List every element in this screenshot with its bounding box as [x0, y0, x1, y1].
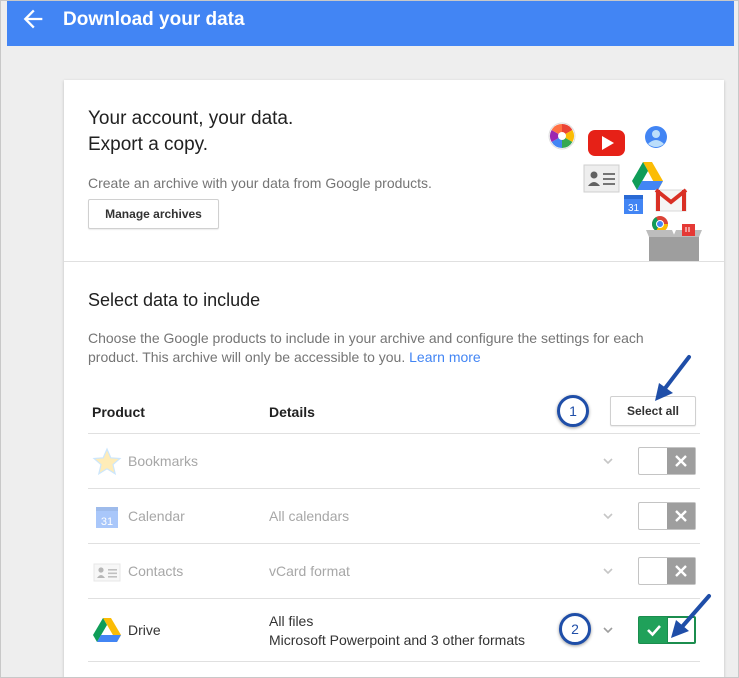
calendar-icon: 31 — [96, 507, 118, 528]
annotation-badge-1: 1 — [557, 395, 589, 427]
drive-logo-icon — [632, 162, 663, 190]
product-name: Bookmarks — [128, 453, 199, 469]
learn-more-link[interactable]: Learn more — [409, 349, 481, 365]
window-frame: Download your data Your account, your da… — [0, 0, 739, 678]
export-card: Your account, your data. Export a copy. … — [64, 80, 724, 677]
product-details: All calendars — [269, 508, 350, 524]
select-data-title: Select data to include — [88, 290, 261, 310]
include-toggle-contacts[interactable] — [638, 557, 696, 585]
manage-archives-button[interactable]: Manage archives — [88, 199, 219, 229]
chrome-icon — [652, 216, 668, 232]
youtube-icon — [588, 130, 625, 156]
hero-title-line1: Your account, your data. — [88, 108, 294, 129]
chevron-down-icon[interactable] — [601, 509, 615, 523]
contacts-card-icon — [583, 164, 620, 193]
section-divider — [64, 261, 724, 262]
product-row-calendar: 31 Calendar All calendars — [88, 489, 700, 544]
product-name: Calendar — [128, 508, 185, 524]
chevron-down-icon[interactable] — [601, 564, 615, 578]
contacts-icon — [93, 563, 121, 582]
drive-icon — [93, 618, 121, 642]
include-toggle-bookmarks[interactable] — [638, 447, 696, 475]
include-toggle-calendar[interactable] — [638, 502, 696, 530]
row-divider — [88, 661, 700, 662]
product-row-bookmarks: Bookmarks — [88, 434, 700, 489]
star-icon — [92, 447, 122, 476]
product-details-line1: All files — [269, 613, 314, 629]
product-details-line2: Microsoft Powerpoint and 3 other formats — [269, 632, 526, 648]
gmail-icon — [654, 188, 688, 212]
product-details: vCard format — [269, 563, 350, 579]
product-column-header: Product — [92, 404, 145, 420]
products-illustration: 31 — [548, 122, 702, 261]
select-data-description-text: Choose the Google products to include in… — [88, 330, 644, 365]
check-icon — [647, 625, 661, 637]
calendar-small-icon: 31 — [624, 195, 643, 214]
product-row-drive: Drive All files Microsoft Powerpoint and… — [88, 599, 700, 661]
hero-title: Your account, your data. Export a copy. — [88, 106, 293, 158]
back-arrow-icon[interactable] — [19, 5, 47, 33]
x-icon — [675, 565, 687, 577]
account-icon — [645, 126, 667, 148]
page-title: Download your data — [63, 9, 245, 30]
product-name: Drive — [128, 622, 161, 638]
app-header: Download your data — [7, 1, 734, 46]
svg-text:31: 31 — [628, 203, 640, 214]
annotation-arrow-2 — [671, 594, 711, 638]
toggle-knob — [667, 503, 695, 529]
chevron-down-icon[interactable] — [601, 623, 615, 637]
x-icon — [675, 510, 687, 522]
svg-text:31: 31 — [101, 516, 113, 528]
annotation-arrow-1 — [655, 355, 691, 401]
picasa-icon — [548, 122, 576, 150]
details-column-header: Details — [269, 404, 315, 420]
toggle-knob — [667, 448, 695, 474]
chevron-down-icon[interactable] — [601, 454, 615, 468]
hero-title-line2: Export a copy. — [88, 134, 209, 155]
x-icon — [675, 455, 687, 467]
hero-description: Create an archive with your data from Go… — [88, 175, 432, 191]
product-name: Contacts — [128, 563, 184, 579]
annotation-badge-2: 2 — [559, 613, 591, 645]
select-data-description: Choose the Google products to include in… — [88, 329, 678, 367]
toggle-knob — [667, 558, 695, 584]
product-details: All files Microsoft Powerpoint and 3 oth… — [269, 612, 525, 650]
product-row-contacts: Contacts vCard format — [88, 544, 700, 599]
